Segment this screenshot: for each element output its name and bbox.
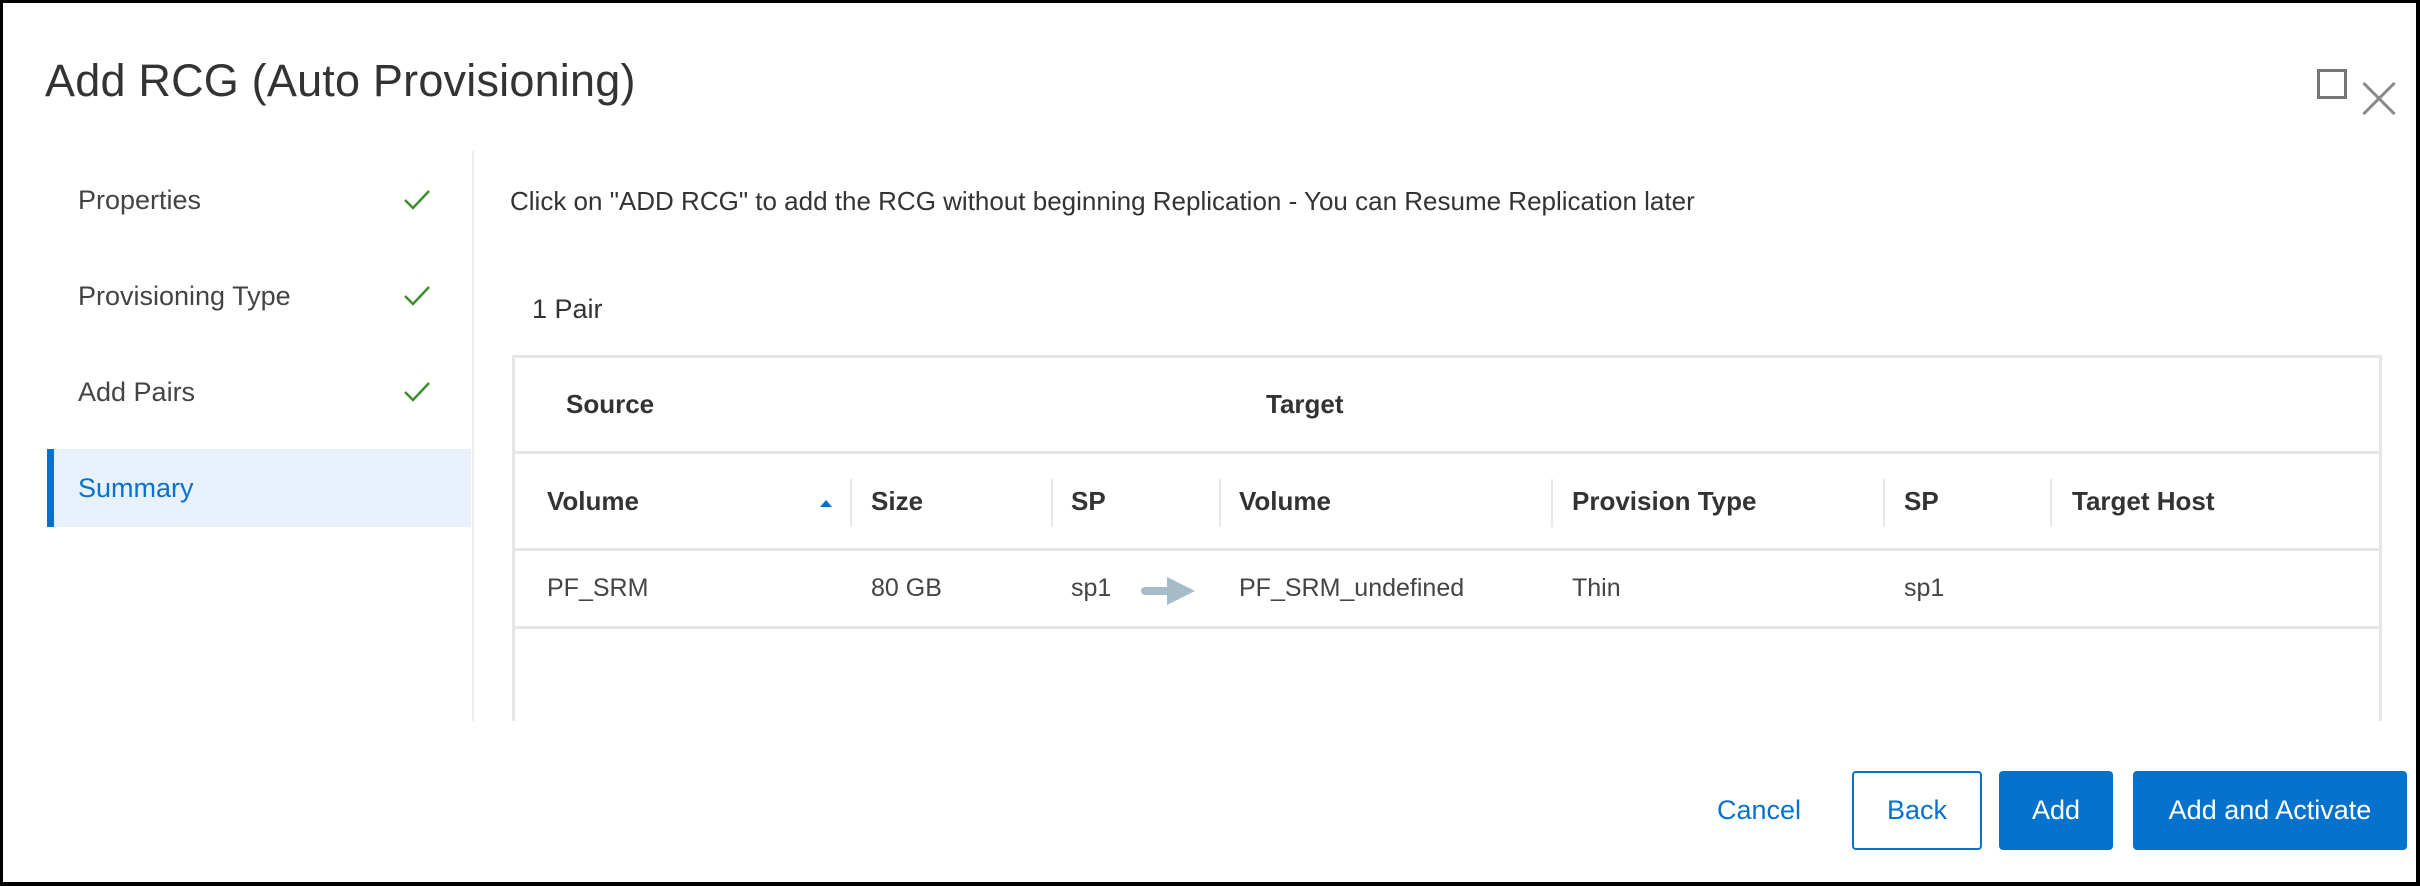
column-divider[interactable] [1219, 479, 1221, 527]
cell-target-volume: PF_SRM_undefined [1239, 574, 1465, 602]
step-label: Add Pairs [78, 376, 196, 407]
col-target-sp[interactable]: SP [1904, 454, 1939, 548]
step-provisioning-type[interactable]: Provisioning Type [47, 257, 471, 335]
arrow-right-icon [1141, 577, 1195, 605]
col-provision-type[interactable]: Provision Type [1572, 454, 1756, 548]
cancel-button[interactable]: Cancel [1703, 771, 1815, 850]
col-source-volume[interactable]: Volume [547, 454, 639, 548]
back-button[interactable]: Back [1852, 771, 1982, 850]
dialog-title: Add RCG (Auto Provisioning) [45, 55, 636, 106]
step-label: Properties [78, 184, 202, 215]
add-button[interactable]: Add [1999, 771, 2113, 850]
step-label: Provisioning Type [78, 280, 291, 311]
step-add-pairs[interactable]: Add Pairs [47, 353, 471, 431]
col-source-sp[interactable]: SP [1071, 454, 1106, 548]
add-and-activate-button[interactable]: Add and Activate [2133, 771, 2407, 850]
table-row[interactable]: PF_SRM 80 GB sp1 PF_SRM_undefined Thin s… [515, 551, 2379, 629]
step-label: Summary [78, 472, 194, 503]
col-target-volume[interactable]: Volume [1239, 454, 1331, 548]
check-icon [404, 286, 430, 306]
step-properties[interactable]: Properties [47, 161, 471, 239]
col-size[interactable]: Size [871, 454, 923, 548]
check-icon [404, 190, 430, 210]
column-divider[interactable] [1551, 479, 1553, 527]
column-divider[interactable] [850, 479, 852, 527]
cell-source-sp: sp1 [1071, 574, 1112, 602]
close-icon[interactable] [2361, 81, 2397, 117]
cell-target-sp: sp1 [1904, 574, 1945, 602]
cell-size: 80 GB [871, 574, 942, 602]
cell-provision-type: Thin [1572, 574, 1621, 602]
column-header-row: Volume Size SP Volume Provision Type SP … [515, 454, 2379, 551]
group-source: Source [566, 389, 655, 419]
cell-source-volume: PF_SRM [547, 574, 649, 602]
maximize-icon[interactable] [2317, 69, 2347, 99]
col-target-host[interactable]: Target Host [2072, 454, 2215, 548]
instruction-text: Click on "ADD RCG" to add the RCG withou… [510, 186, 1695, 216]
check-icon [404, 382, 430, 402]
pair-count: 1 Pair [532, 294, 603, 324]
add-rcg-dialog: Add RCG (Auto Provisioning) Properties P… [3, 3, 2416, 882]
sort-ascending-icon[interactable] [820, 500, 832, 507]
sidebar-divider [472, 151, 474, 721]
group-header-row: Source Target [515, 358, 2379, 454]
wizard-steps: Properties Provisioning Type Add Pairs S… [47, 150, 471, 720]
step-summary[interactable]: Summary [47, 449, 471, 527]
group-target: Target [1266, 389, 1344, 419]
column-divider[interactable] [1883, 479, 1885, 527]
column-divider[interactable] [1051, 479, 1053, 527]
pairs-table: Source Target Volume Size SP Volume Prov… [512, 355, 2382, 721]
column-divider[interactable] [2050, 479, 2052, 527]
